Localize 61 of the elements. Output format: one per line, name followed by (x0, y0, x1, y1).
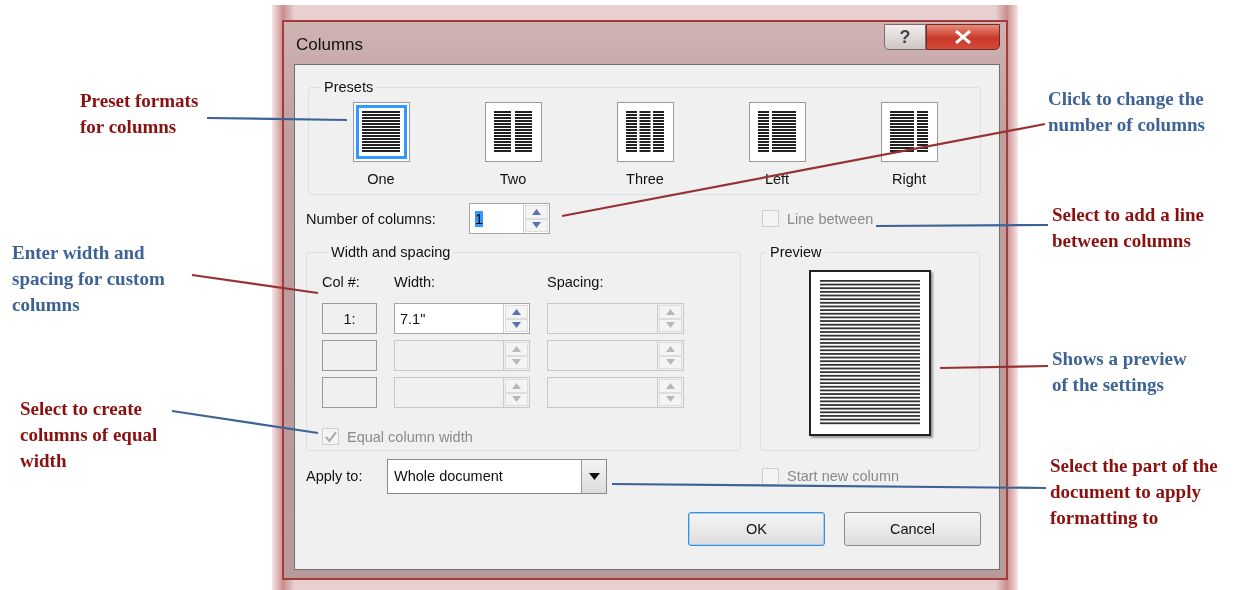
triangle-up-icon (512, 308, 521, 315)
width-field[interactable]: 7.1" (394, 303, 530, 334)
checkbox-label: Equal column width (347, 428, 473, 445)
preset-label: One (367, 171, 395, 187)
close-icon (954, 30, 972, 44)
triangle-down-icon (512, 359, 521, 366)
triangle-up-icon (512, 345, 521, 352)
dropdown[interactable]: Whole document (387, 458, 607, 494)
callout-text: Enter width and spacing for custom columns (12, 241, 165, 317)
group-title: Preview (769, 244, 823, 260)
column-layout-icon (758, 111, 796, 153)
checkbox-label: Start new column (787, 468, 900, 484)
preset-button[interactable] (880, 102, 938, 162)
field-label: Apply to: (306, 468, 364, 484)
callout-text: Select the part of the document to apply formatting to (1050, 454, 1218, 530)
group-title: Presets (323, 79, 375, 95)
column-number: 1: (322, 303, 377, 334)
dropdown-arrow-icon (588, 472, 600, 480)
dialog-button[interactable]: Cancel (844, 512, 981, 546)
column-header: Col #: (322, 273, 361, 290)
callout-text: Preset formats for columns (80, 89, 199, 139)
number-field[interactable]: 1 (469, 203, 550, 234)
group-title: Width and spacing (330, 244, 452, 260)
triangle-up-icon (666, 345, 675, 352)
preset-label: Three (626, 171, 664, 187)
preset-label: Right (892, 171, 926, 187)
field-label: Number of columns: (306, 210, 437, 227)
column-layout-icon (626, 111, 664, 153)
triangle-down-icon (532, 222, 541, 229)
column-number (322, 377, 377, 408)
checkbox-label: Line between (787, 210, 874, 227)
preset-button[interactable] (352, 102, 410, 162)
triangle-down-icon (512, 322, 521, 329)
callout-text: Click to change the number of columns (1048, 87, 1205, 137)
callout-text: Select to create columns of equal width (20, 397, 158, 473)
column-layout-icon (362, 111, 400, 153)
preset-button[interactable] (616, 102, 674, 162)
triangle-down-icon (512, 396, 521, 403)
column-header: Spacing: (547, 273, 605, 290)
spin-up-button[interactable] (505, 305, 528, 319)
help-button[interactable]: ? (884, 24, 926, 50)
triangle-down-icon (666, 359, 675, 366)
spin-up-button[interactable] (525, 205, 548, 219)
column-layout-icon (890, 111, 928, 153)
column-header: Width: (394, 273, 437, 290)
preset-label: Two (499, 171, 527, 187)
preset-button[interactable] (748, 102, 806, 162)
window-title: Columns (296, 35, 365, 55)
column-layout-icon (494, 111, 532, 153)
triangle-up-icon (532, 208, 541, 215)
triangle-up-icon (512, 382, 521, 389)
triangle-up-icon (666, 382, 675, 389)
triangle-up-icon (666, 308, 675, 315)
dialog-button[interactable]: OK (688, 512, 825, 546)
triangle-down-icon (666, 322, 675, 329)
triangle-down-icon (666, 396, 675, 403)
close-button[interactable] (926, 24, 1000, 50)
callout-text: Shows a preview of the settings (1052, 347, 1187, 397)
callout-text: Select to add a line between columns (1052, 203, 1204, 253)
preset-button[interactable] (484, 102, 542, 162)
column-number (322, 340, 377, 371)
